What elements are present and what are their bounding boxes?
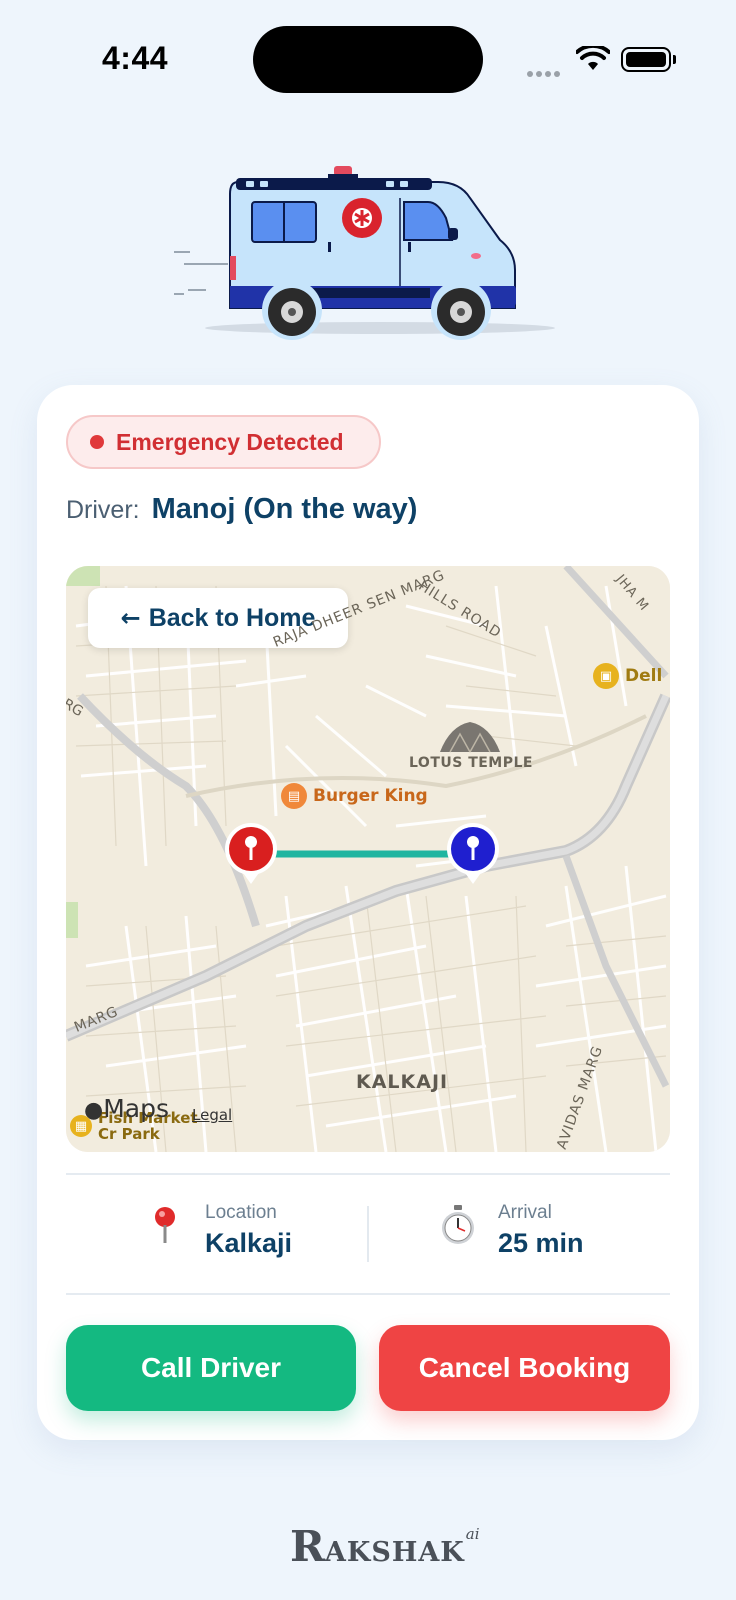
map-streets xyxy=(66,566,670,1152)
location-value: Kalkaji xyxy=(205,1227,293,1258)
arrival-label: Arrival xyxy=(498,1201,552,1223)
status-dot-icon xyxy=(90,435,104,449)
poi-label: Cr Park xyxy=(98,1125,160,1143)
status-time: 4:44 xyxy=(102,40,169,76)
apple-maps-logo: ●Maps xyxy=(84,1094,169,1123)
stopwatch-icon xyxy=(438,1204,478,1256)
ambulance-illustration xyxy=(170,160,570,345)
cellular-signal-icon xyxy=(527,64,563,82)
rakshak-logo: RAKSHAKai xyxy=(290,1522,480,1571)
battery-icon xyxy=(621,47,676,72)
apple-icon: ● xyxy=(84,1098,104,1123)
driver-label: Driver: xyxy=(66,496,140,524)
briefcase-icon: ▣ xyxy=(593,663,619,689)
route-map[interactable]: ← Back to Home RAJA DHEER SEN MARG HILLS… xyxy=(66,566,670,1152)
start-location-pin-icon[interactable] xyxy=(224,822,278,888)
location-pin-icon xyxy=(145,1205,185,1255)
status-bar: 4:44 xyxy=(0,0,736,120)
brand-initial: R xyxy=(290,1522,325,1571)
maps-brand-label: Maps xyxy=(103,1094,169,1123)
driver-name: Manoj (On the way) xyxy=(151,493,418,525)
booking-card: Emergency Detected Driver: Manoj (On the… xyxy=(37,385,699,1440)
call-driver-button[interactable]: Call Driver xyxy=(66,1325,356,1411)
divider xyxy=(66,1173,670,1175)
emergency-status-label: Emergency Detected xyxy=(116,428,344,455)
wifi-icon xyxy=(575,43,611,77)
landmark-label: LOTUS TEMPLE xyxy=(409,755,533,771)
poi-burger-king[interactable]: ▤ Burger King xyxy=(281,783,428,809)
location-info: Location Kalkaji xyxy=(145,1200,292,1260)
info-separator xyxy=(367,1206,369,1262)
back-to-home-button[interactable]: ← Back to Home xyxy=(88,588,348,648)
brand-name: AKSHAK xyxy=(324,1537,465,1568)
arrow-left-icon: ← xyxy=(120,604,141,632)
location-label: Location xyxy=(205,1201,277,1223)
poi-dell[interactable]: ▣ Dell xyxy=(593,663,662,689)
emergency-status-badge: Emergency Detected xyxy=(66,415,381,469)
restaurant-icon: ▤ xyxy=(281,783,307,809)
driver-info: Driver: Manoj (On the way) xyxy=(66,493,417,526)
arrival-value: 25 min xyxy=(498,1227,584,1258)
destination-pin-icon[interactable] xyxy=(446,822,500,888)
arrival-info: Arrival 25 min xyxy=(438,1200,584,1260)
cancel-booking-button[interactable]: Cancel Booking xyxy=(379,1325,670,1411)
legal-link[interactable]: Legal xyxy=(192,1106,232,1124)
divider xyxy=(66,1293,670,1295)
dynamic-island xyxy=(253,26,483,93)
poi-label: Dell xyxy=(625,666,663,686)
brand-suffix: ai xyxy=(465,1525,480,1543)
poi-label: Burger King xyxy=(313,786,428,806)
area-label: KALKAJI xyxy=(356,1071,449,1093)
